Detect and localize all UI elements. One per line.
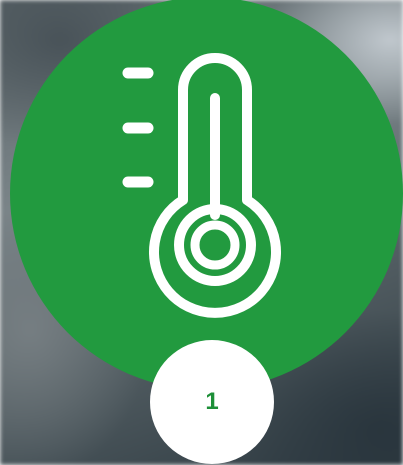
thermometer-icon	[122, 53, 281, 318]
step-number: 1	[205, 388, 219, 415]
step-number-badge: 1	[150, 340, 274, 464]
